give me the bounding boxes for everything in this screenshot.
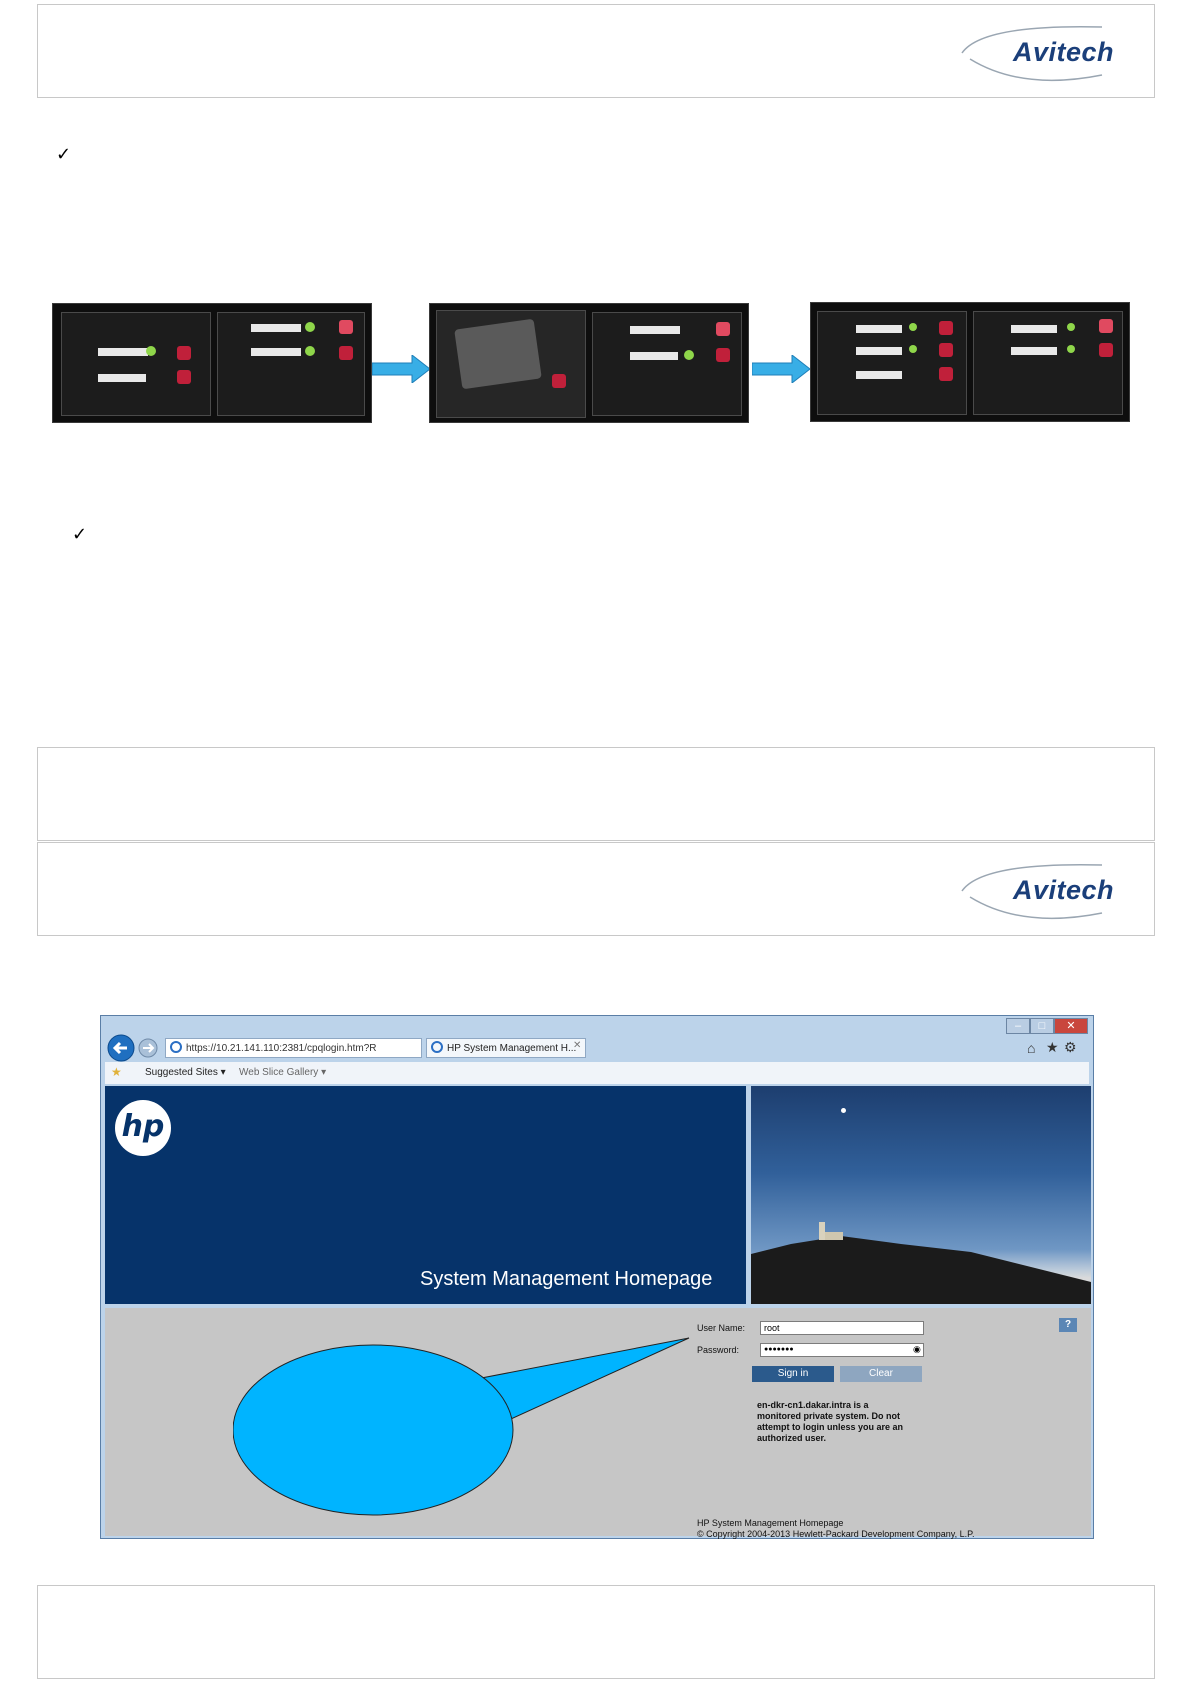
minimize-button[interactable]: – <box>1006 1018 1030 1034</box>
close-window-button[interactable]: ✕ <box>1054 1018 1088 1034</box>
drive-bay-photo-before <box>52 303 372 423</box>
favorites-star-icon[interactable]: ★ <box>1046 1039 1059 1056</box>
password-label: Password: <box>697 1345 740 1355</box>
browser-tab[interactable]: HP System Management H... <box>426 1038 586 1058</box>
drive-bay-photo-removed <box>429 303 749 423</box>
login-notice: en-dkr-cn1.dakar.intra is a monitored pr… <box>757 1400 904 1443</box>
hp-banner: hp System Management Homepage <box>105 1086 746 1304</box>
checkmark-icon: ✓ <box>72 524 88 545</box>
copyright-footer: HP System Management Homepage © Copyrigh… <box>697 1518 975 1539</box>
back-forward-icon[interactable] <box>107 1034 163 1062</box>
arrow-right-icon <box>372 355 430 383</box>
browser-window: https://10.21.141.110:2381/cpqlogin.htm?… <box>100 1015 1094 1539</box>
favorites-star-icon[interactable]: ★ <box>111 1065 122 1079</box>
hp-logo: hp <box>115 1100 171 1156</box>
address-bar[interactable]: https://10.21.141.110:2381/cpqlogin.htm?… <box>165 1038 422 1058</box>
login-area: User Name: root Password: ●●●●●●● ◉ Sign… <box>105 1308 1091 1539</box>
callout-bubble <box>233 1337 690 1516</box>
arrow-right-icon <box>752 355 810 383</box>
favorite-web-slice-gallery[interactable]: Web Slice Gallery ▾ <box>239 1067 326 1078</box>
username-label: User Name: <box>697 1323 746 1333</box>
page-footer-2 <box>37 1585 1155 1679</box>
checkmark-icon: ✓ <box>56 144 72 165</box>
favorites-bar: ★ Suggested Sites ▾ Web Slice Gallery ▾ <box>105 1062 1089 1084</box>
help-button[interactable]: ? <box>1059 1318 1077 1332</box>
page-header-2: Avitech <box>37 842 1155 936</box>
ie-page-icon <box>431 1041 443 1053</box>
clear-button[interactable]: Clear <box>840 1366 922 1382</box>
avitech-logo: Avitech <box>952 19 1122 83</box>
avitech-logo: Avitech <box>952 857 1122 921</box>
close-tab-icon[interactable]: ✕ <box>573 1040 581 1051</box>
sign-in-button[interactable]: Sign in <box>752 1366 834 1382</box>
gear-icon[interactable]: ⚙ <box>1064 1039 1077 1056</box>
page-header: Avitech <box>37 4 1155 98</box>
reveal-password-icon[interactable]: ◉ <box>913 1344 921 1355</box>
drive-bay-photo-after <box>810 302 1130 422</box>
ie-page-icon <box>170 1041 182 1053</box>
username-input[interactable]: root <box>760 1321 924 1335</box>
banner-title: System Management Homepage <box>420 1268 713 1290</box>
home-icon[interactable]: ⌂ <box>1027 1040 1035 1056</box>
lighthouse-photo <box>751 1086 1091 1304</box>
page-footer <box>37 747 1155 841</box>
favorite-suggested-sites[interactable]: Suggested Sites ▾ <box>145 1067 226 1078</box>
password-input[interactable]: ●●●●●●● <box>760 1343 924 1357</box>
maximize-button[interactable]: □ <box>1030 1018 1054 1034</box>
